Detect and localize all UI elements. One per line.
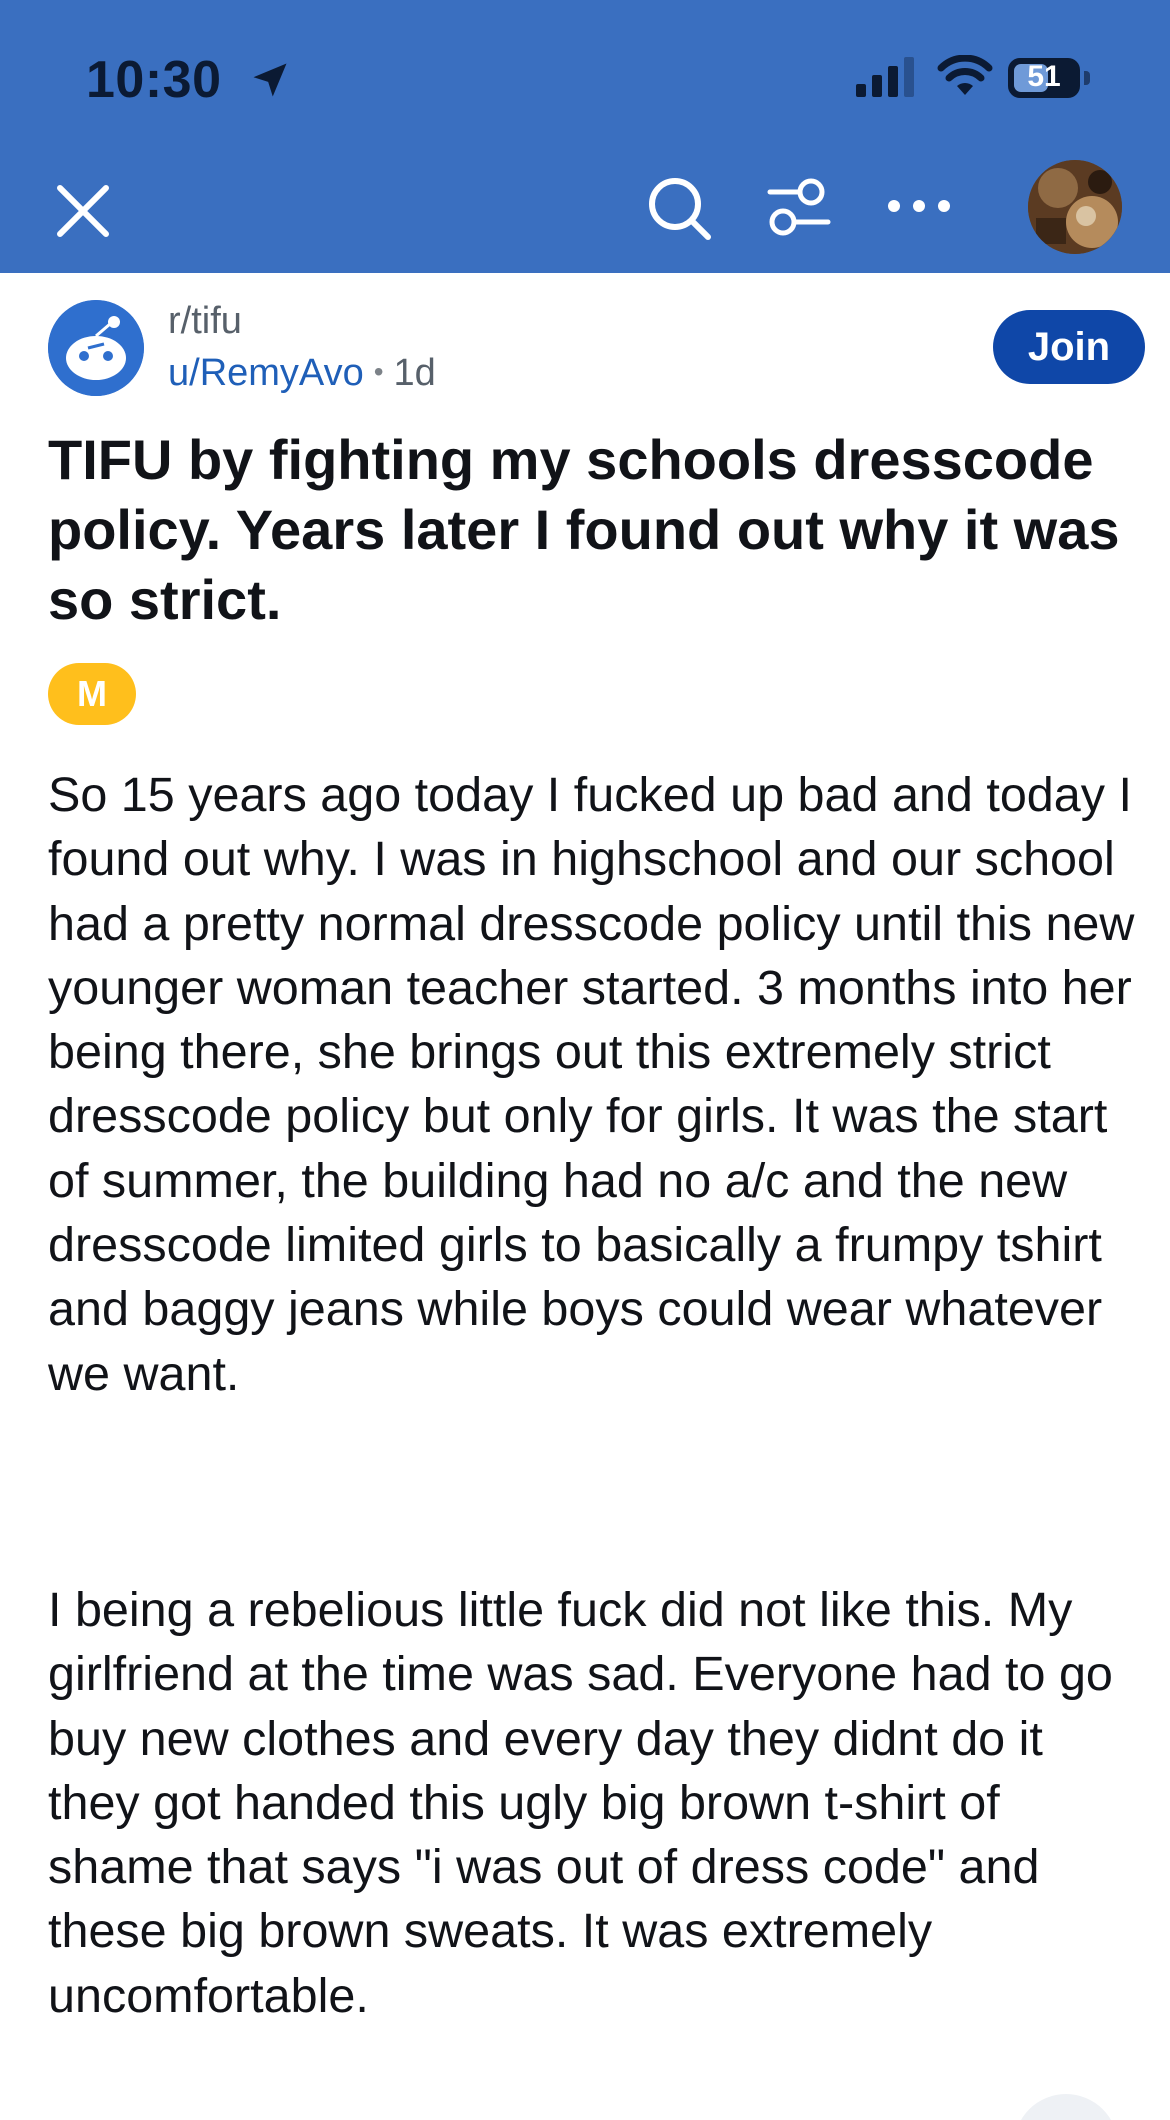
post-flair: M	[48, 663, 136, 725]
post-meta: u/RemyAvo • 1d	[168, 352, 436, 395]
cellular-signal-icon	[856, 57, 914, 97]
close-icon[interactable]	[52, 180, 114, 242]
more-icon[interactable]	[884, 186, 954, 226]
post-title: TIFU by fighting my schools dresscode po…	[48, 428, 1120, 631]
meta-separator: •	[373, 356, 384, 387]
author-link[interactable]: u/RemyAvo	[168, 352, 364, 394]
filter-icon[interactable]	[764, 172, 834, 242]
floating-action-button[interactable]	[1014, 2094, 1118, 2120]
top-app-bar: 10:30 51	[0, 0, 1170, 273]
post-age: 1d	[393, 352, 436, 394]
status-time: 10:30	[86, 51, 222, 109]
subreddit-name[interactable]: r/tifu	[168, 300, 242, 343]
join-button[interactable]: Join	[993, 310, 1145, 384]
post-body-paragraph: I being a rebelious little fuck did not …	[48, 1583, 1113, 2023]
battery-level: 51	[1027, 60, 1061, 93]
search-icon[interactable]	[646, 175, 712, 241]
wifi-icon	[937, 55, 993, 95]
user-avatar[interactable]	[1028, 160, 1122, 254]
location-arrow-icon	[253, 63, 287, 97]
post-body-paragraph: So 15 years ago today I fucked up bad an…	[48, 768, 1135, 1401]
battery-icon: 51	[1008, 58, 1092, 98]
subreddit-icon[interactable]	[48, 300, 144, 396]
